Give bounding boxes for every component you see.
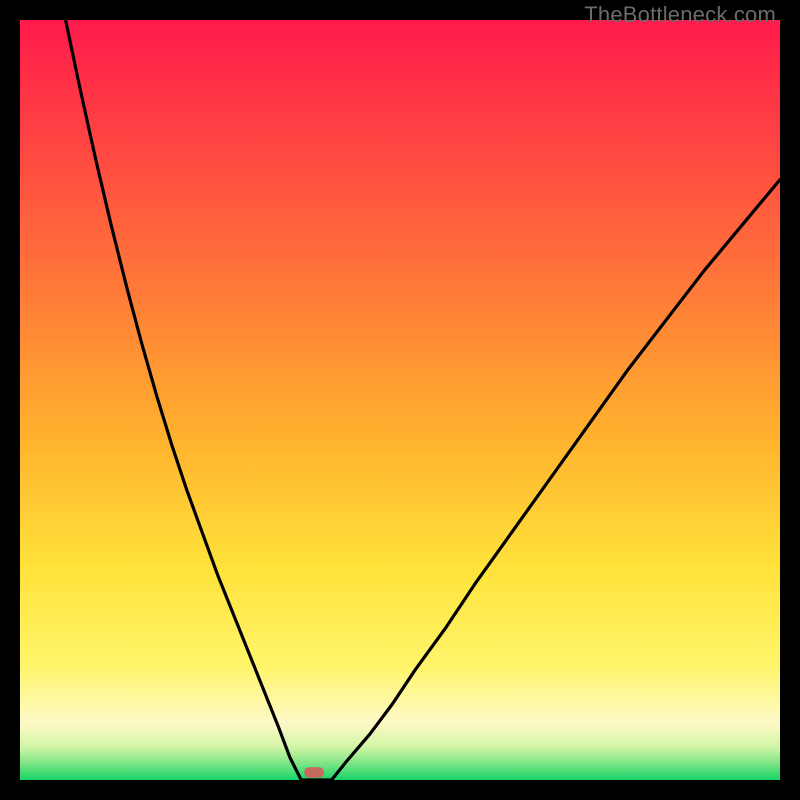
- watermark-text: TheBottleneck.com: [584, 2, 776, 28]
- optimal-marker: [304, 767, 324, 778]
- gradient-background: [20, 20, 780, 780]
- bottleneck-chart: [20, 20, 780, 780]
- chart-frame: [20, 20, 780, 780]
